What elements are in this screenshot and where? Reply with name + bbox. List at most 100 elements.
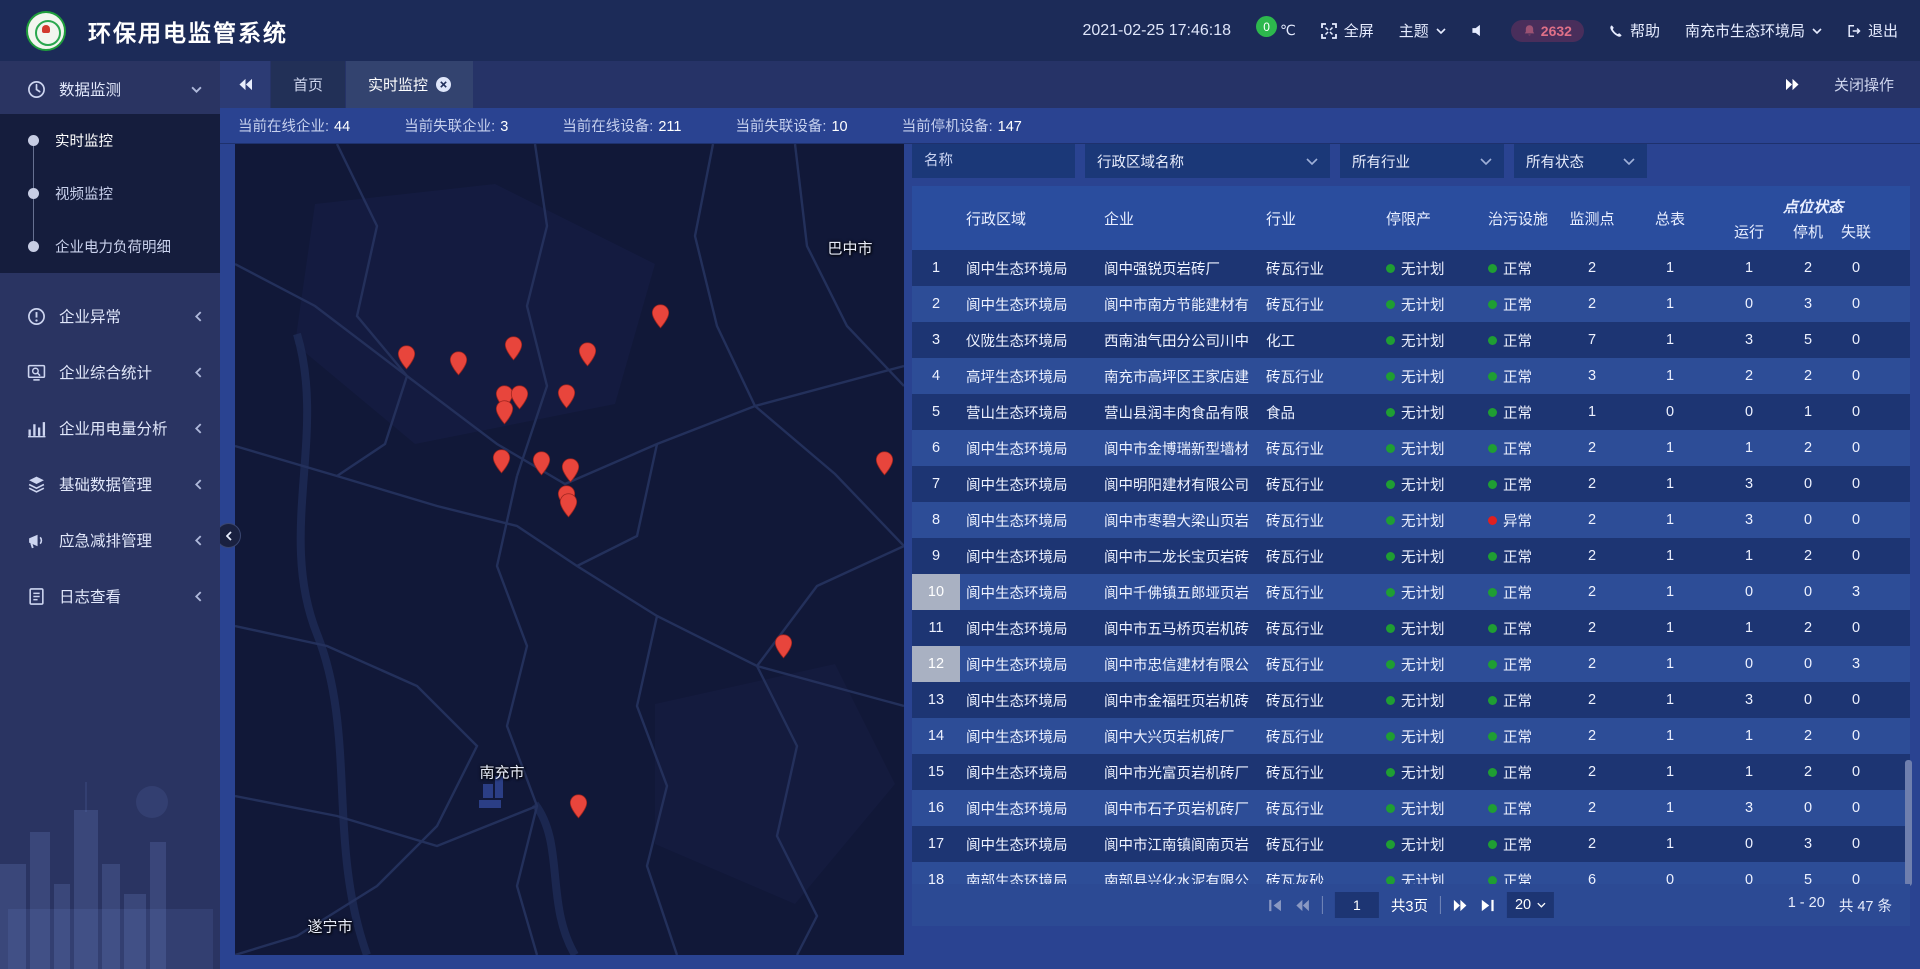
table-row[interactable]: 8阆中生态环境局阆中市枣碧大梁山页岩砖瓦行业无计划异常21300 [912, 502, 1910, 538]
status-dot-icon [1386, 336, 1395, 345]
sidebar-item[interactable]: 视频监控 [0, 167, 220, 220]
map-pin-icon[interactable] [557, 384, 576, 409]
page-size-select[interactable]: 20 [1507, 892, 1554, 918]
cell-region: 阆中生态环境局 [960, 610, 1098, 646]
map-pin-icon[interactable] [532, 451, 551, 476]
col-pollution: 治污设施 [1482, 186, 1560, 250]
cell-industry: 砖瓦行业 [1260, 718, 1380, 754]
status-dot-icon [1386, 444, 1395, 453]
tab-1[interactable]: 实时监控 [346, 61, 473, 108]
cell-index: 5 [912, 394, 960, 430]
table-row[interactable]: 18南部生态环境局南部县兴化水泥有限公砖瓦灰砂无计划正常60050 [912, 862, 1910, 884]
table-row[interactable]: 5营山生态环境局营山县润丰肉食品有限食品无计划正常10010 [912, 394, 1910, 430]
theme-dropdown[interactable]: 主题 [1399, 20, 1446, 41]
map-pin-icon[interactable] [449, 351, 468, 376]
map-pin-icon[interactable] [492, 449, 511, 474]
table-header: 行政区域 企业 行业 停限产 治污设施 监测点 总表 点位状态 运行 停机 失联 [912, 186, 1910, 250]
table-row[interactable]: 2阆中生态环境局阆中市南方节能建材有砖瓦行业无计划正常21030 [912, 286, 1910, 322]
cell-company: 西南油气田分公司川中 [1098, 322, 1260, 358]
map-pin-icon[interactable] [875, 451, 894, 476]
sidebar-item[interactable]: 企业电力负荷明细 [0, 220, 220, 273]
org-dropdown[interactable]: 南充市生态环境局 [1685, 20, 1822, 41]
scrollbar-thumb[interactable] [1905, 760, 1912, 886]
map[interactable]: 巴中市南充市遂宁市 [235, 144, 904, 955]
sidebar-group-3[interactable]: 企业用电量分析 [0, 400, 220, 456]
table-row[interactable]: 12阆中生态环境局阆中市忠信建材有限公砖瓦行业无计划正常21003 [912, 646, 1910, 682]
table-row[interactable]: 11阆中生态环境局阆中市五马桥页岩机砖砖瓦行业无计划正常21120 [912, 610, 1910, 646]
table-row[interactable]: 3仪陇生态环境局西南油气田分公司川中化工无计划正常71350 [912, 322, 1910, 358]
tabs-scroll-left-button[interactable] [220, 61, 270, 108]
app-header: 环保用电监管系统 2021-02-25 17:46:18 0 ℃ 全屏 主题 2… [0, 0, 1920, 61]
tabs-scroll-right-button[interactable] [1785, 78, 1800, 91]
col-company: 企业 [1098, 186, 1260, 250]
sidebar-group-1[interactable]: 企业异常 [0, 288, 220, 344]
table-row[interactable]: 7阆中生态环境局阆中明阳建材有限公司砖瓦行业无计划正常21300 [912, 466, 1910, 502]
timeline-dot-icon [28, 241, 39, 252]
fullscreen-button[interactable]: 全屏 [1321, 20, 1374, 41]
table-row[interactable]: 10阆中生态环境局阆中千佛镇五郎垭页岩砖瓦行业无计划正常21003 [912, 574, 1910, 610]
sidebar-group-2[interactable]: 企业综合统计 [0, 344, 220, 400]
cell-stop-status: 无计划 [1380, 322, 1482, 358]
cell-monitor: 2 [1560, 430, 1624, 466]
help-button[interactable]: 帮助 [1609, 20, 1660, 41]
table-row[interactable]: 14阆中生态环境局阆中大兴页岩机砖厂砖瓦行业无计划正常21120 [912, 718, 1910, 754]
cell-stopped: 0 [1782, 682, 1834, 718]
close-operations-button[interactable]: 关闭操作 [1834, 74, 1894, 95]
sidebar-group-4[interactable]: 基础数据管理 [0, 456, 220, 512]
sidebar-group-5[interactable]: 应急减排管理 [0, 512, 220, 568]
tab-close-icon[interactable] [436, 77, 451, 92]
map-pin-icon[interactable] [397, 345, 416, 370]
sidebar-group-0[interactable]: 数据监测 [0, 64, 220, 114]
status-dot-icon [1488, 732, 1497, 741]
table-row[interactable]: 1阆中生态环境局阆中强锐页岩砖厂砖瓦行业无计划正常21120 [912, 250, 1910, 286]
region-select[interactable]: 行政区域名称 [1085, 144, 1330, 178]
mute-button[interactable] [1471, 23, 1486, 38]
sidebar-item[interactable]: 实时监控 [0, 114, 220, 167]
cell-lost: 0 [1834, 718, 1878, 754]
table-row[interactable]: 15阆中生态环境局阆中市光富页岩机砖厂砖瓦行业无计划正常21120 [912, 754, 1910, 790]
tab-0[interactable]: 首页 [271, 61, 345, 108]
map-pin-icon[interactable] [559, 493, 578, 518]
logout-button[interactable]: 退出 [1847, 20, 1898, 41]
cell-pollution-status: 正常 [1482, 250, 1560, 286]
cell-region: 阆中生态环境局 [960, 754, 1098, 790]
name-search-input[interactable] [912, 144, 1075, 178]
table-row[interactable]: 9阆中生态环境局阆中市二龙长宝页岩砖砖瓦行业无计划正常21120 [912, 538, 1910, 574]
cell-stop-status: 无计划 [1380, 430, 1482, 466]
status-dot-icon [1488, 840, 1497, 849]
sidebar-group-6[interactable]: 日志查看 [0, 568, 220, 624]
page-number-input[interactable] [1335, 892, 1379, 918]
map-pin-icon[interactable] [569, 794, 588, 819]
map-pin-icon[interactable] [651, 304, 670, 329]
cell-monitor: 2 [1560, 826, 1624, 862]
next-page-button[interactable] [1453, 899, 1468, 912]
clipped-row: 18南部生态环境局南部县兴化水泥有限公砖瓦灰砂无计划正常60050 [912, 862, 1910, 884]
last-page-button[interactable] [1480, 899, 1495, 912]
table-row[interactable]: 16阆中生态环境局阆中市石子页岩机砖厂砖瓦行业无计划正常21300 [912, 790, 1910, 826]
cell-region: 仪陇生态环境局 [960, 322, 1098, 358]
industry-select[interactable]: 所有行业 [1340, 144, 1504, 178]
cell-region: 阆中生态环境局 [960, 430, 1098, 466]
table-row[interactable]: 17阆中生态环境局阆中市江南镇阆南页岩砖瓦行业无计划正常21030 [912, 826, 1910, 862]
cell-monitor: 2 [1560, 682, 1624, 718]
log-icon [27, 587, 46, 606]
cell-industry: 砖瓦行业 [1260, 826, 1380, 862]
table-row[interactable]: 6阆中生态环境局阆中市金博瑞新型墙材砖瓦行业无计划正常21120 [912, 430, 1910, 466]
map-pin-icon[interactable] [774, 634, 793, 659]
map-pin-icon[interactable] [561, 458, 580, 483]
table-row[interactable]: 13阆中生态环境局阆中市金福旺页岩机砖砖瓦行业无计划正常21300 [912, 682, 1910, 718]
first-page-button[interactable] [1268, 899, 1283, 912]
cell-index: 2 [912, 286, 960, 322]
datetime: 2021-02-25 17:46:18 [1082, 22, 1231, 40]
col-run: 运行 [1716, 218, 1782, 250]
status-select[interactable]: 所有状态 [1514, 144, 1647, 178]
map-pin-icon[interactable] [495, 400, 514, 425]
map-pin-icon[interactable] [504, 336, 523, 361]
notification-count: 2632 [1541, 23, 1572, 39]
cell-run: 2 [1716, 358, 1782, 394]
prev-page-button[interactable] [1295, 899, 1310, 912]
map-pin-icon[interactable] [578, 342, 597, 367]
bars-icon [27, 419, 46, 438]
notification-badge[interactable]: 2632 [1511, 20, 1584, 42]
table-row[interactable]: 4高坪生态环境局南充市高坪区王家店建砖瓦行业无计划正常31220 [912, 358, 1910, 394]
